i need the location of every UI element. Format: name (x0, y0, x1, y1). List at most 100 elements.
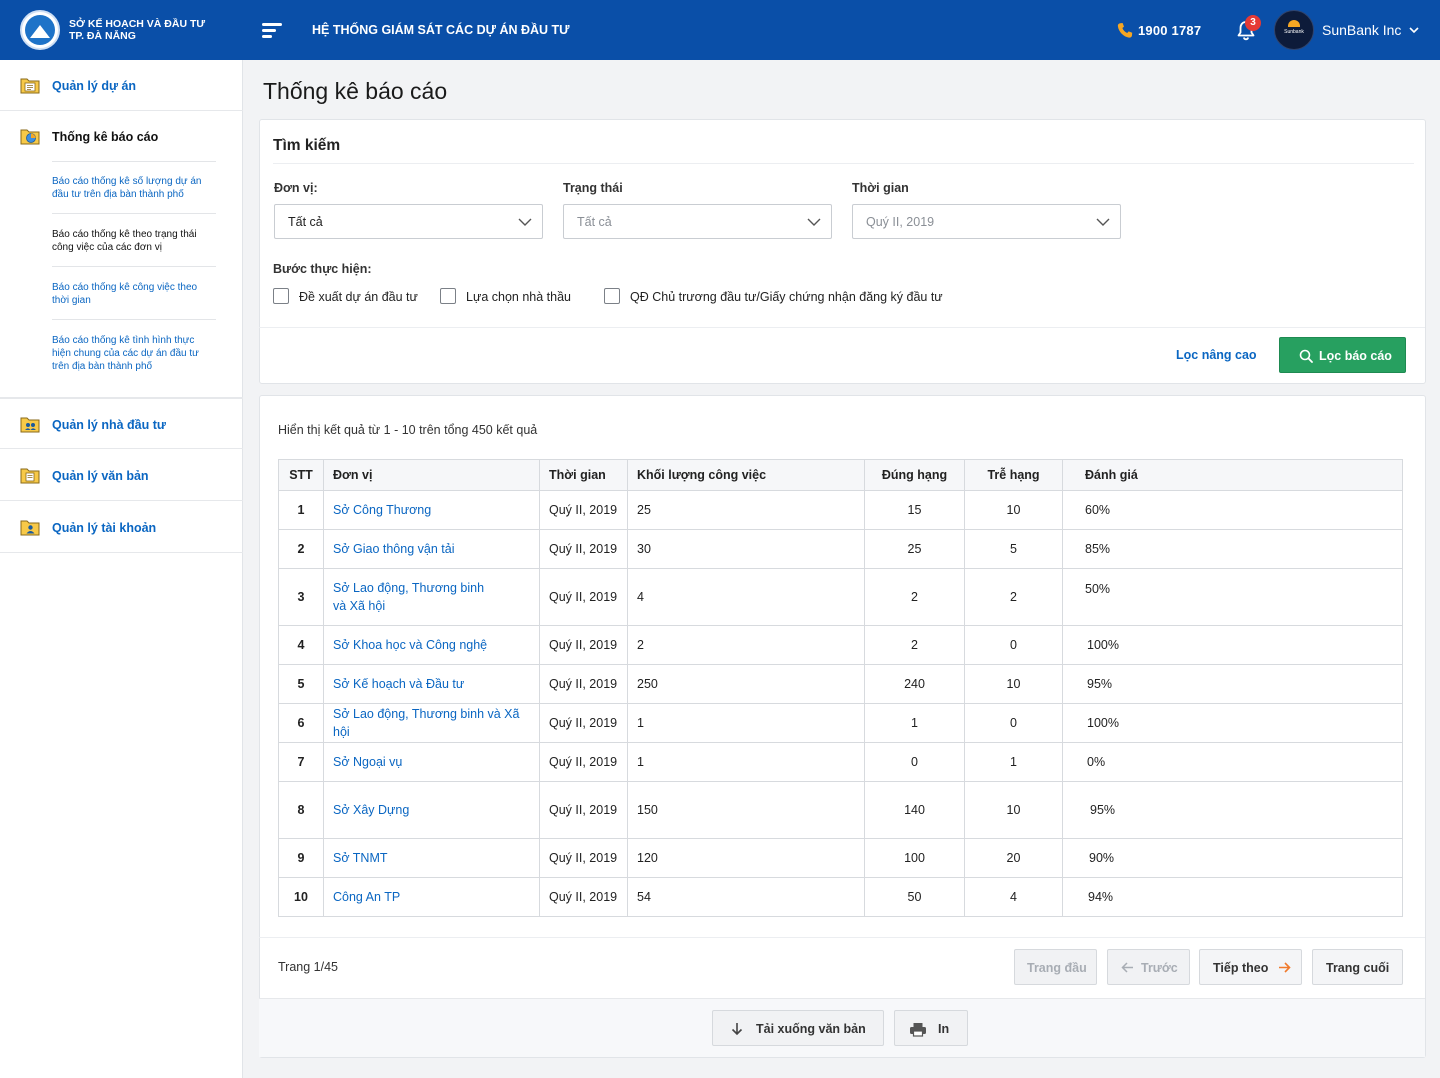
document-folder-icon (20, 468, 40, 484)
table-header-row: STT Đơn vị Thời gian Khối lượng công việ… (278, 459, 1403, 491)
step-label-proposal[interactable]: Đề xuất dự án đầu tư (299, 290, 418, 304)
step-label-investment-decision[interactable]: QĐ Chủ trương đầu tư/Giấy chứng nhận đăn… (630, 290, 943, 304)
time-select-value: Quý II, 2019 (866, 215, 935, 229)
sidebar-item-documents[interactable]: Quản lý văn bản (0, 450, 243, 501)
status-select[interactable]: Tất cả (563, 204, 832, 239)
cell-on-time: 15 (864, 490, 965, 530)
prev-page-button[interactable]: Trước (1107, 949, 1190, 985)
sidebar-item-projects[interactable]: Quản lý dự án (0, 60, 243, 111)
table-row: 9 Sở TNMT Quý II, 2019 120 100 20 90% (278, 838, 1403, 878)
last-page-label: Trang cuối (1326, 961, 1390, 975)
step-label-contractor[interactable]: Lựa chọn nhà thầu (466, 290, 571, 304)
download-label: Tải xuống văn bản (756, 1022, 866, 1036)
table-row: 1 Sở Công Thương Quý II, 2019 25 15 10 6… (278, 490, 1403, 530)
col-header-unit[interactable]: Đơn vị (323, 459, 540, 491)
cell-workload: 1 (627, 703, 865, 743)
cell-unit-link[interactable]: Sở Xây Dựng (333, 803, 409, 817)
cell-late: 2 (964, 568, 1063, 626)
time-label: Thời gian (852, 181, 909, 195)
hotline-number[interactable]: 1900 1787 (1138, 23, 1201, 38)
last-page-button[interactable]: Trang cuối (1312, 949, 1403, 985)
cell-unit-link[interactable]: Sở Công Thương (333, 503, 431, 517)
cell-unit-link[interactable]: Sở Kế hoạch và Đầu tư (333, 677, 464, 691)
cell-time: Quý II, 2019 (539, 703, 628, 743)
print-button[interactable]: In (894, 1010, 968, 1046)
chevron-down-icon (518, 218, 532, 226)
cell-workload: 4 (627, 568, 865, 626)
table-row: 3 Sở Lao động, Thương binh và Xã hội Quý… (278, 568, 1403, 626)
table-row: 10 Công An TP Quý II, 2019 54 50 4 94% (278, 877, 1403, 917)
col-header-workload[interactable]: Khối lượng công việc (627, 459, 865, 491)
first-page-button[interactable]: Trang đầu (1014, 949, 1097, 985)
user-avatar[interactable]: Sunbank (1274, 10, 1314, 50)
col-header-stt[interactable]: STT (278, 459, 324, 491)
table-row: 6 Sở Lao động, Thương binh và Xã hội Quý… (278, 703, 1403, 743)
cell-rating: 60% (1062, 490, 1403, 530)
filter-report-label: Lọc báo cáo (1319, 349, 1392, 363)
table-row: 5 Sở Kế hoạch và Đầu tư Quý II, 2019 250… (278, 664, 1403, 704)
time-select[interactable]: Quý II, 2019 (852, 204, 1121, 239)
cell-on-time: 240 (864, 664, 965, 704)
page-title: Thống kê báo cáo (263, 78, 448, 104)
cell-late: 1 (964, 742, 1063, 782)
sidebar-item-accounts[interactable]: Quản lý tài khoản (0, 502, 243, 553)
cell-rating: 94% (1062, 877, 1403, 917)
next-page-button[interactable]: Tiếp theo (1199, 949, 1302, 985)
cell-rating: 0% (1062, 742, 1403, 782)
cell-workload: 30 (627, 529, 865, 569)
cell-workload: 120 (627, 838, 865, 878)
cell-unit-link[interactable]: Sở Ngoại vụ (333, 755, 402, 769)
cell-late: 0 (964, 625, 1063, 665)
sidebar-item-investors[interactable]: Quản lý nhà đầu tư (0, 398, 243, 449)
cell-unit-link[interactable]: Sở Giao thông vận tải (333, 542, 454, 556)
cell-unit-link[interactable]: Công An TP (333, 890, 400, 904)
org-name-line2: TP. ĐÀ NẴNG (69, 30, 136, 42)
sidebar-subitem-overall-report[interactable]: Báo cáo thống kê tình hình thực hiện chu… (52, 334, 216, 373)
cell-rating: 50% (1062, 568, 1403, 626)
step-checkbox-contractor[interactable] (440, 288, 456, 304)
cell-unit-link[interactable]: Sở TNMT (333, 851, 388, 865)
step-checkbox-investment-decision[interactable] (604, 288, 620, 304)
cell-unit-link[interactable]: Sở Lao động, Thương binh và Xã hội (333, 581, 484, 613)
sidebar: Quản lý dự án Thống kê báo cáo Báo cáo t… (0, 60, 243, 1078)
cell-stt: 1 (278, 490, 324, 530)
step-checkbox-proposal[interactable] (273, 288, 289, 304)
col-header-on-time[interactable]: Đúng hạng (864, 459, 965, 491)
cell-on-time: 2 (864, 625, 965, 665)
unit-select-value: Tất cả (288, 215, 323, 229)
cell-unit-link[interactable]: Sở Khoa học và Công nghệ (333, 638, 487, 652)
col-header-rating[interactable]: Đánh giá (1062, 459, 1403, 491)
cell-rating: 85% (1062, 529, 1403, 569)
cell-unit-link[interactable]: Sở Lao động, Thương binh và Xã hội (333, 707, 519, 739)
user-name[interactable]: SunBank Inc (1322, 22, 1401, 38)
hamburger-menu-icon[interactable] (262, 21, 282, 39)
logo-mountain-icon (30, 25, 50, 38)
sidebar-subitem-project-count-report[interactable]: Báo cáo thống kê số lượng dự án đầu tư t… (52, 175, 216, 201)
cell-on-time: 25 (864, 529, 965, 569)
cell-workload: 1 (627, 742, 865, 782)
advanced-filter-link[interactable]: Lọc nâng cao (1176, 348, 1257, 362)
sidebar-item-label: Thống kê báo cáo (52, 130, 159, 144)
status-select-value: Tất cả (577, 215, 612, 229)
cell-stt: 10 (278, 877, 324, 917)
org-logo[interactable] (20, 10, 60, 50)
filter-report-button[interactable]: Lọc báo cáo (1279, 337, 1406, 373)
prev-page-label: Trước (1141, 961, 1178, 975)
search-title: Tìm kiếm (273, 137, 341, 154)
system-title: HỆ THỐNG GIÁM SÁT CÁC DỰ ÁN ĐẦU TƯ (312, 23, 570, 37)
unit-select[interactable]: Tất cả (274, 204, 543, 239)
sidebar-item-label: Quản lý văn bản (52, 469, 149, 483)
project-folder-icon (20, 78, 40, 94)
results-table: STT Đơn vị Thời gian Khối lượng công việ… (278, 459, 1403, 917)
sidebar-subitem-status-report[interactable]: Báo cáo thống kê theo trạng thái công vi… (52, 228, 216, 254)
cell-time: Quý II, 2019 (539, 781, 628, 839)
sidebar-subitem-time-report[interactable]: Báo cáo thống kê công việc theo thời gia… (52, 281, 216, 307)
table-row: 4 Sở Khoa học và Công nghệ Quý II, 2019 … (278, 625, 1403, 665)
col-header-late[interactable]: Trễ hạng (964, 459, 1063, 491)
chevron-down-icon[interactable] (1409, 25, 1419, 35)
download-button[interactable]: Tải xuống văn bản (712, 1010, 884, 1046)
cell-late: 5 (964, 529, 1063, 569)
cell-on-time: 100 (864, 838, 965, 878)
cell-workload: 25 (627, 490, 865, 530)
col-header-time[interactable]: Thời gian (539, 459, 628, 491)
